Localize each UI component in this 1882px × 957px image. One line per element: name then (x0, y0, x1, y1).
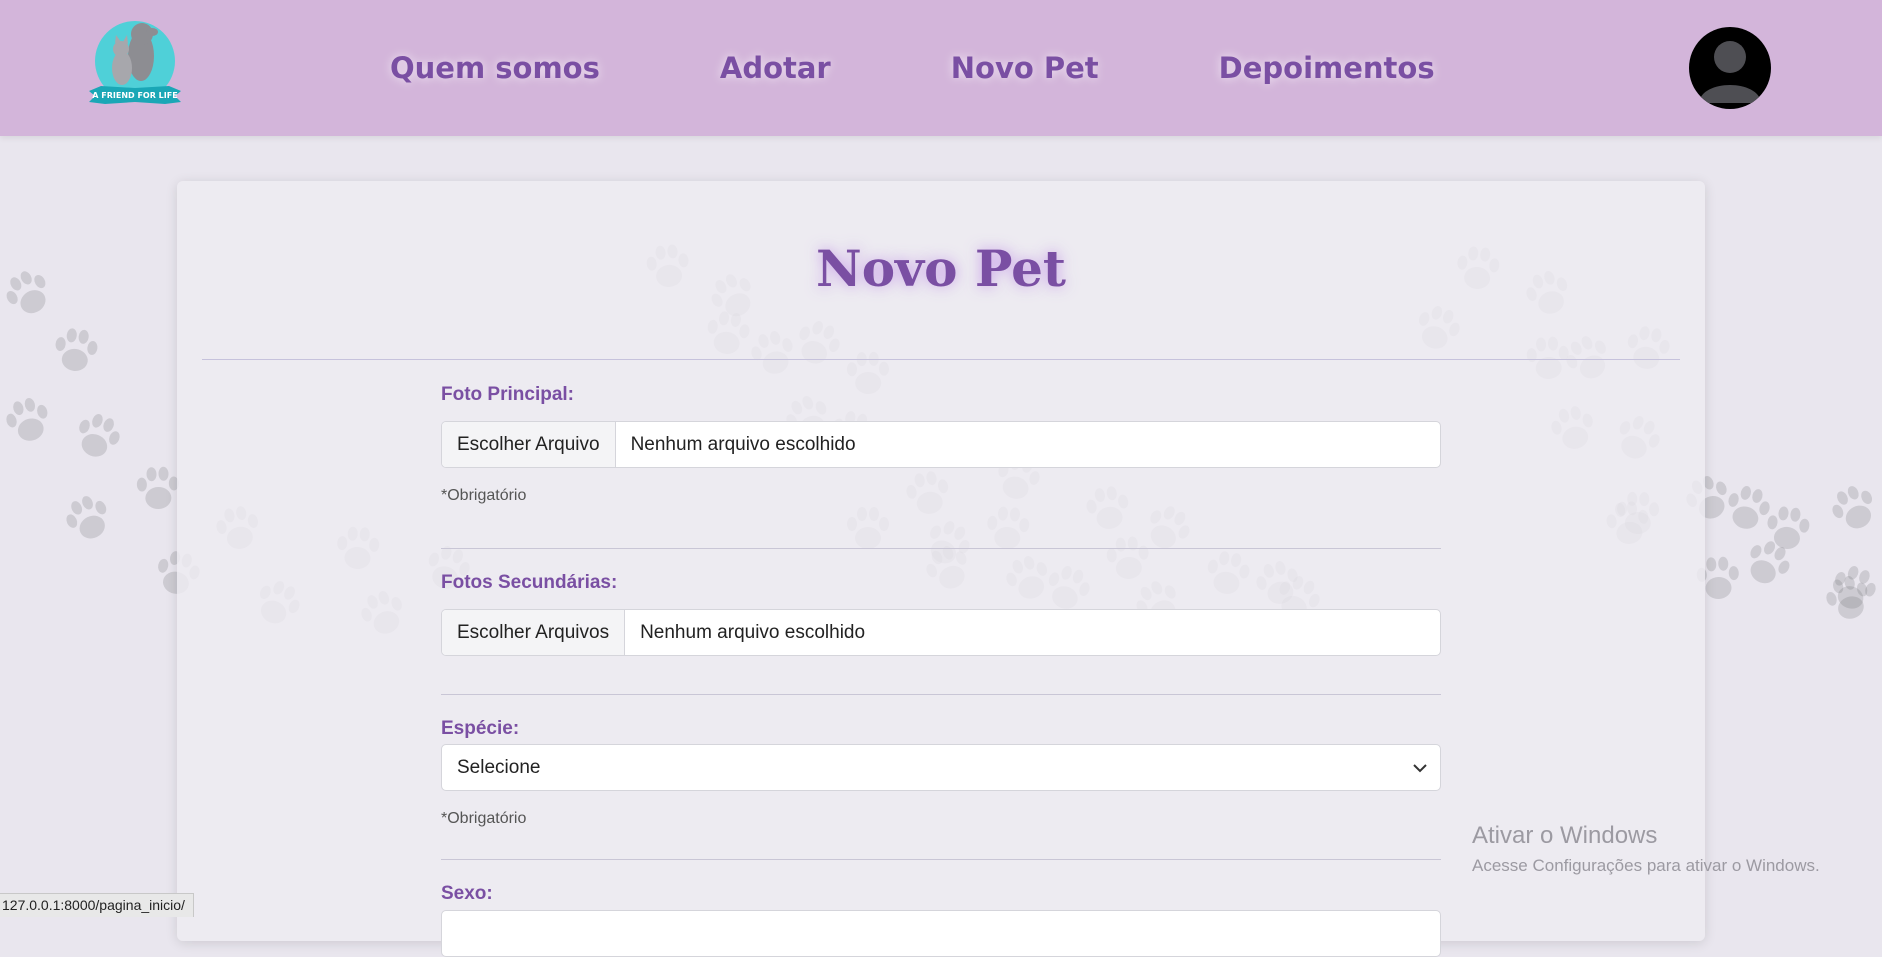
paw-print-icon (1818, 552, 1882, 624)
nav-novo-pet[interactable]: Novo Pet (951, 51, 1099, 85)
choose-file-button[interactable]: Escolher Arquivo (442, 422, 616, 467)
watermark-subtitle: Acesse Configurações para ativar o Windo… (1472, 856, 1820, 875)
windows-activation-watermark: Ativar o Windows Acesse Configurações pa… (1472, 822, 1820, 876)
paw-print-icon (62, 400, 134, 472)
section-divider (441, 548, 1441, 549)
species-required-hint: *Obrigatório (441, 810, 527, 827)
main-photo-file-input[interactable]: Escolher Arquivo Nenhum arquivo escolhid… (441, 421, 1441, 468)
sex-select[interactable] (441, 910, 1441, 957)
main-nav: Quem somos Adotar Novo Pet Depoimentos (390, 40, 1435, 96)
secondary-photos-label: Fotos Secundárias: (441, 572, 618, 593)
main-photo-required-hint: *Obrigatório (441, 487, 527, 504)
title-divider (202, 359, 1680, 360)
paw-print-icon (1813, 563, 1882, 633)
nav-adotar[interactable]: Adotar (720, 51, 831, 85)
paw-print-icon (0, 385, 63, 454)
paw-print-icon (45, 319, 107, 381)
chevron-down-icon (1400, 763, 1440, 773)
paw-print-icon (51, 481, 125, 555)
nav-quem-somos[interactable]: Quem somos (390, 51, 600, 85)
status-bar-url: 127.0.0.1:8000/pagina_inicio/ (0, 893, 194, 917)
top-navbar: A FRIEND FOR LIFE Quem somos Adotar Novo… (0, 0, 1882, 136)
logo-text: A FRIEND FOR LIFE (92, 91, 177, 100)
species-label: Espécie: (441, 718, 520, 739)
paw-print-icon (1757, 497, 1819, 559)
paw-print-icon (0, 255, 66, 331)
paw-print-icon (1714, 474, 1783, 543)
species-select[interactable]: Selecione (441, 744, 1441, 791)
main-photo-label: Foto Principal: (441, 384, 574, 405)
section-divider (441, 694, 1441, 695)
species-select-value: Selecione (457, 756, 541, 778)
nav-depoimentos[interactable]: Depoimentos (1219, 51, 1435, 85)
user-avatar-icon[interactable] (1689, 27, 1771, 109)
main-photo-file-status: Nenhum arquivo escolhido (630, 433, 856, 455)
sex-label: Sexo: (441, 883, 493, 904)
paw-print-icon (1730, 525, 1806, 601)
watermark-title: Ativar o Windows (1472, 822, 1658, 849)
choose-files-button[interactable]: Escolher Arquivos (442, 610, 626, 655)
secondary-photos-file-input[interactable]: Escolher Arquivos Nenhum arquivo escolhi… (441, 609, 1441, 656)
paw-print-icon (1817, 471, 1882, 546)
page-title: Novo Pet (815, 239, 1067, 298)
section-divider (441, 859, 1441, 860)
pet-logo-icon[interactable]: A FRIEND FOR LIFE (85, 16, 185, 118)
secondary-photos-file-status: Nenhum arquivo escolhido (640, 621, 866, 643)
